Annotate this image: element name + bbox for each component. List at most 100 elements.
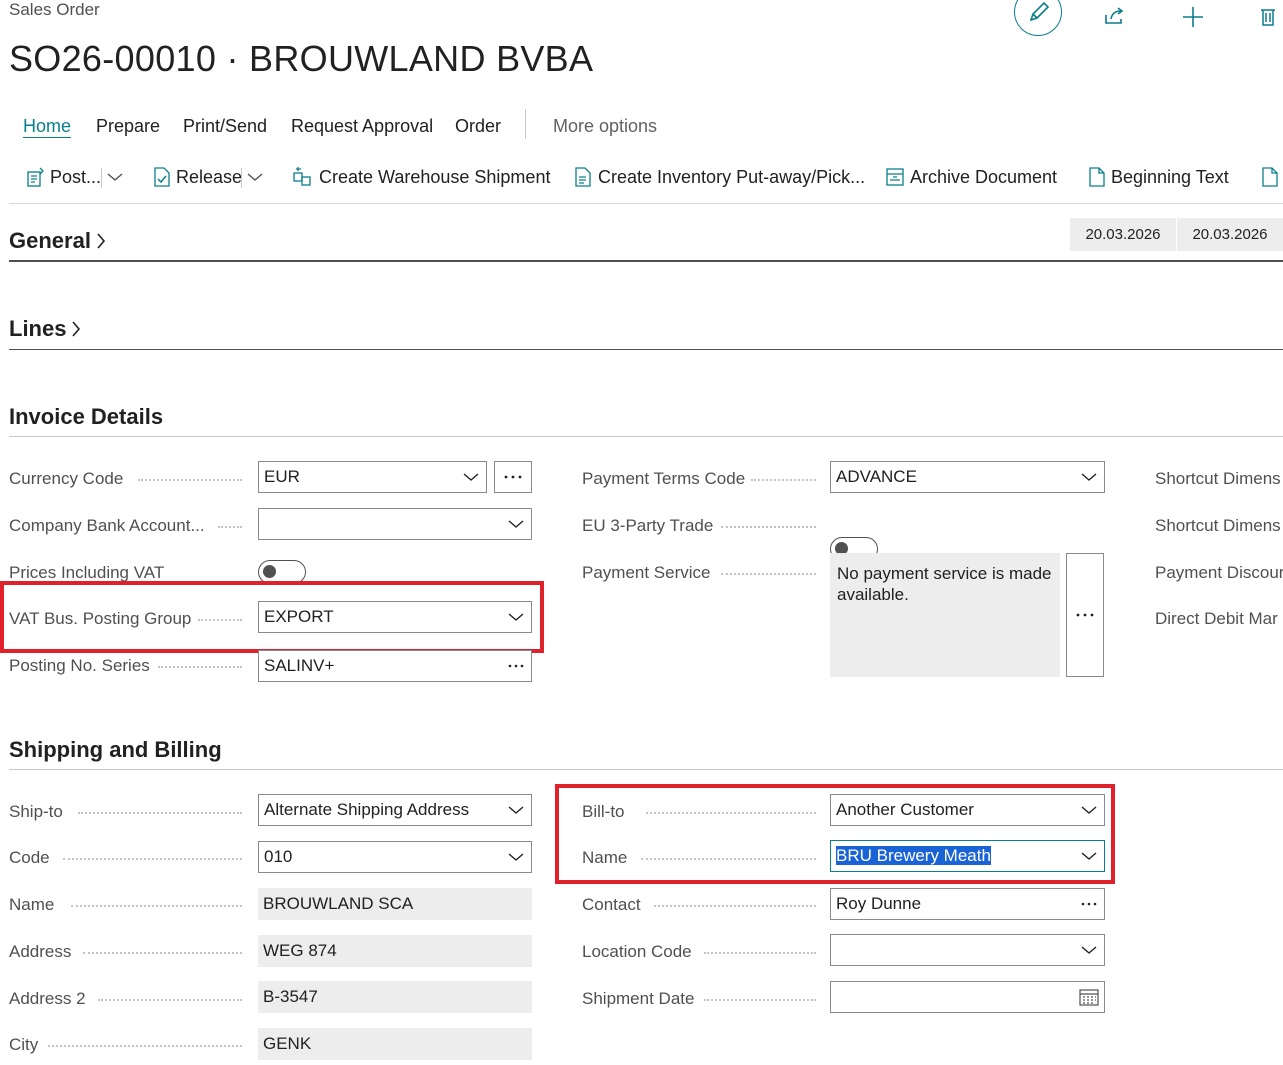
create-inventory-button[interactable]: Create Inventory Put-away/Pick...: [574, 166, 865, 188]
ship-to-name-value: BROUWLAND SCA: [263, 894, 414, 913]
contact-input[interactable]: Roy Dunne: [830, 888, 1105, 920]
ship-to-select[interactable]: Alternate Shipping Address: [258, 794, 532, 826]
document-icon: [1089, 167, 1105, 187]
ship-to-code-select[interactable]: 010: [258, 841, 532, 873]
ship-to-label: Ship-to: [9, 802, 63, 821]
tab-request-approval[interactable]: Request Approval: [291, 116, 433, 137]
release-label: Release: [176, 166, 243, 187]
post-icon: [27, 167, 44, 187]
label-leader: [138, 479, 242, 482]
create-warehouse-shipment-label: Create Warehouse Shipment: [319, 166, 551, 187]
toolbar-separator: [101, 168, 102, 188]
pencil-icon: [1029, 1, 1050, 22]
tab-separator: [525, 109, 526, 139]
ship-to-code-label: Code: [9, 848, 50, 867]
trash-icon: [1261, 9, 1275, 26]
ellipsis-icon: [1081, 902, 1097, 906]
section-invoice-details-title: Invoice Details: [9, 404, 164, 429]
section-general-header[interactable]: General: [9, 228, 106, 254]
tab-more-options[interactable]: More options: [553, 116, 657, 137]
label-leader: [751, 479, 816, 482]
ship-to-address-label: Address: [9, 942, 72, 961]
release-icon: [154, 167, 170, 187]
currency-code-value: EUR: [264, 467, 300, 486]
beginning-text-button[interactable]: Beginning Text: [1088, 166, 1229, 188]
create-warehouse-shipment-button[interactable]: Create Warehouse Shipment: [292, 166, 550, 188]
label-leader: [98, 999, 242, 1002]
company-bank-account-label: Company Bank Account...: [9, 516, 205, 535]
location-code-select[interactable]: [830, 934, 1105, 966]
tab-home[interactable]: Home: [23, 116, 71, 137]
chevron-down-icon: [1081, 946, 1097, 954]
ship-to-city-field: GENK: [258, 1028, 532, 1060]
chevron-down-icon: [1081, 473, 1097, 481]
payment-service-label: Payment Service: [582, 563, 711, 582]
company-bank-account-select[interactable]: [258, 508, 532, 540]
payment-service-value: No payment service is made available.: [830, 553, 1060, 677]
posting-no-series-label: Posting No. Series: [9, 656, 150, 675]
label-leader: [721, 573, 816, 576]
ending-text-button[interactable]: [1261, 166, 1283, 188]
archive-document-button[interactable]: Archive Document: [885, 166, 1057, 188]
section-general-title: General: [9, 228, 91, 253]
chevron-down-icon: [247, 173, 263, 181]
section-lines-header[interactable]: Lines: [9, 316, 81, 342]
payment-terms-code-label: Payment Terms Code: [582, 469, 746, 488]
calendar-icon: [1079, 989, 1099, 1006]
label-leader: [158, 666, 242, 669]
contact-label: Contact: [582, 895, 641, 914]
payment-service-lookup-button[interactable]: [1066, 553, 1104, 677]
shortcut-dimension-1-label: Shortcut Dimens: [1155, 469, 1281, 488]
release-button[interactable]: Release: [153, 166, 242, 188]
chevron-down-icon: [463, 473, 479, 481]
post-dropdown[interactable]: [107, 166, 128, 188]
payment-terms-code-select[interactable]: ADVANCE: [830, 461, 1105, 493]
direct-debit-label: Direct Debit Mar: [1155, 609, 1278, 628]
ship-to-address-value: WEG 874: [263, 941, 337, 960]
tab-order[interactable]: Order: [455, 116, 501, 137]
edit-button[interactable]: [1014, 0, 1062, 36]
label-leader: [704, 952, 816, 955]
share-icon: [1105, 7, 1124, 24]
ship-to-city-label: City: [9, 1035, 39, 1054]
currency-code-lookup-button[interactable]: [494, 461, 532, 493]
plus-icon: [1183, 7, 1203, 27]
posting-no-series-input[interactable]: SALINV+: [258, 650, 532, 682]
section-shipping-billing-title: Shipping and Billing: [9, 737, 222, 762]
eu-3-party-trade-label: EU 3-Party Trade: [582, 516, 714, 535]
posting-no-series-value: SALINV+: [264, 656, 335, 675]
beginning-text-label: Beginning Text: [1111, 166, 1229, 187]
shipment-date-input[interactable]: [830, 981, 1105, 1013]
highlight-box: [0, 581, 544, 653]
general-date-chip: 20.03.2026: [1177, 218, 1283, 251]
ship-to-code-value: 010: [264, 847, 293, 866]
tab-print-send[interactable]: Print/Send: [183, 116, 267, 137]
ellipsis-icon: [508, 664, 524, 668]
post-button[interactable]: Post...: [26, 166, 101, 188]
document-icon: [1262, 167, 1278, 187]
chevron-down-icon: [508, 806, 524, 814]
share-button[interactable]: [1092, 0, 1138, 34]
label-leader: [83, 952, 242, 955]
tab-prepare[interactable]: Prepare: [96, 116, 160, 137]
chevron-right-icon: [72, 321, 81, 337]
payment-terms-code-value: ADVANCE: [836, 467, 917, 486]
label-leader: [63, 858, 242, 861]
label-leader: [218, 526, 242, 529]
prices-including-vat-label: Prices Including VAT: [9, 563, 165, 582]
release-dropdown[interactable]: [247, 166, 268, 188]
chevron-right-icon: [97, 233, 105, 249]
label-leader: [704, 999, 816, 1002]
chevron-down-icon: [508, 520, 524, 528]
ship-to-name-field: BROUWLAND SCA: [258, 888, 532, 920]
page-caption: Sales Order: [9, 0, 100, 19]
new-button[interactable]: [1170, 0, 1216, 34]
location-code-label: Location Code: [582, 942, 692, 961]
archive-icon: [886, 168, 904, 186]
highlight-box: [555, 784, 1115, 884]
page-title: SO26-00010 · BROUWLAND BVBA: [9, 38, 594, 79]
ellipsis-icon: [504, 475, 522, 479]
currency-code-select[interactable]: EUR: [258, 461, 487, 493]
delete-button[interactable]: [1245, 0, 1283, 34]
label-leader: [654, 905, 816, 908]
